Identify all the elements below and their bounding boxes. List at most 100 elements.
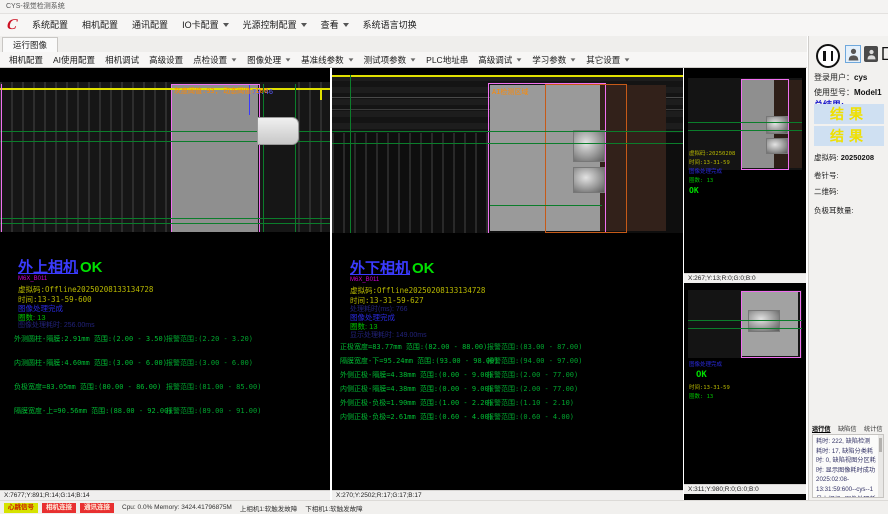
tool-advanced-debug[interactable]: 高级调试 xyxy=(473,54,527,66)
view-tab-strip: 运行图像 xyxy=(0,36,807,53)
measurement-row: 内测圆柱-隔膜:4.60mm 范围:(3.00 - 6.00) 报警范围:(3.… xyxy=(0,358,330,368)
measurement-text: 外测圆柱-隔膜:2.91mm 范围:(2.00 - 3.50) xyxy=(14,334,167,344)
cpu-memory-readout: Cpu: 0.0% Memory: 3424.41796875M xyxy=(122,504,232,511)
process-done-line: 图像处理完成 xyxy=(689,361,722,370)
measurement-text: 内侧正极-隔膜=4.38mm 范围:(0.00 - 9.00) xyxy=(340,384,493,394)
measurement-text: 内侧正极-负极=2.61mm 范围:(0.60 - 4.00) xyxy=(340,412,493,422)
loop-count-line: 圈数: 13 xyxy=(689,177,713,186)
menu-view[interactable]: 查看 xyxy=(314,14,356,36)
tool-camera-config[interactable]: 相机配置 xyxy=(4,54,48,66)
thumb-bottom-cursor-readout: X:311;Y:980;R:0;G:0;B:0 xyxy=(684,484,806,494)
thumb-top-viewport[interactable]: 虚拟码:20250208 时间:13-31-59 图像处理完成 圈数: 13 O… xyxy=(684,68,806,273)
thumb-bottom-viewport[interactable]: 图像处理完成 OK 时间:13-31-59 圈数: 13 xyxy=(684,283,806,484)
image-texture xyxy=(332,133,488,233)
log-scrollbar[interactable] xyxy=(878,435,883,497)
tool-ai-usage-config[interactable]: AI使用配置 xyxy=(48,54,100,66)
tool-plc-address[interactable]: PLC地址串 xyxy=(421,54,473,66)
measure-line xyxy=(263,84,264,232)
left-cursor-readout: X:7677;Y:891;R:14;G:14;B:14 xyxy=(0,490,330,500)
result-ok-badge: OK xyxy=(412,260,435,277)
tool-test-params[interactable]: 测试项参数 xyxy=(359,54,422,66)
elapsed-line: 显示处理耗时: 149.00ms xyxy=(350,330,427,340)
measure-line xyxy=(688,122,802,123)
tab-run-image[interactable]: 运行图像 xyxy=(2,37,58,53)
tool-spot-check[interactable]: 点检设置 xyxy=(188,54,242,66)
menu-system-config[interactable]: 系统配置 xyxy=(25,14,75,36)
exit-button[interactable] xyxy=(881,45,888,62)
menu-camera-config[interactable]: 相机配置 xyxy=(75,14,125,36)
alarm-range-text: 报警范围:(2.20 - 3.20) xyxy=(166,334,253,344)
measure-line xyxy=(688,328,802,329)
measurement-row: 负极宽度=83.05mm 范围:(80.00 - 86.00) 报警范围:(81… xyxy=(0,382,330,392)
tool-learning-params[interactable]: 学习参数 xyxy=(527,54,581,66)
ai-region-rect-overlay xyxy=(545,84,627,233)
chevron-down-icon xyxy=(517,58,522,61)
login-user-row: 登录用户：cys xyxy=(814,72,867,83)
tab-part-object xyxy=(257,117,299,145)
chevron-down-icon xyxy=(343,23,349,27)
roi-edge-overlay xyxy=(1,84,2,232)
middle-cursor-readout: X:270;Y:2502;R:17;G:17;B:17 xyxy=(332,490,683,500)
log-output[interactable]: 耗时: 222, 缺陷检测耗时: 17, 缺陷分类耗时: 0, 缺陷视图分区耗时… xyxy=(812,434,884,498)
logout-door-icon xyxy=(882,47,888,60)
tool-other-settings[interactable]: 其它设置 xyxy=(581,54,635,66)
tool-image-processing[interactable]: 图像处理 xyxy=(242,54,296,66)
lower-camera-fault-text: 下相机1:软触发故障 xyxy=(305,503,362,513)
menu-io-config[interactable]: IO卡配置 xyxy=(175,14,236,36)
upper-camera-fault-text: 上相机1:软触发故障 xyxy=(240,503,297,513)
measure-line xyxy=(350,75,351,233)
camera-title: 外上相机OK xyxy=(18,256,103,277)
login-user-value: cys xyxy=(854,73,867,82)
chevron-down-icon xyxy=(301,23,307,27)
toolbar: 相机配置 AI使用配置 相机调试 高级设置 点检设置 图像处理 基准线参数 测试… xyxy=(0,52,807,68)
alarm-range-text: 报警范围:(2.00 - 77.00) xyxy=(487,370,578,380)
measurement-text: 外侧正极-负极=1.90mm 范围:(1.00 - 2.20) xyxy=(340,398,493,408)
menu-light-control[interactable]: 光源控制配置 xyxy=(236,14,314,36)
measurement-row: 隔膜宽度-下=95.24mm 范围:(93.00 - 98.00) 报警范围:(… xyxy=(332,356,683,366)
user-permission-button[interactable] xyxy=(864,46,878,62)
measure-line xyxy=(490,205,602,206)
left-camera-image: 73.46 灰度阈值:93, 动态阈值:100 xyxy=(0,82,330,232)
window-titlebar: CYS-视觉检测系统 xyxy=(0,0,888,14)
user-login-button[interactable] xyxy=(845,45,861,63)
result-ok-badge: OK xyxy=(689,186,699,195)
pause-button[interactable] xyxy=(816,44,840,68)
station-code: M6X_B011 xyxy=(18,276,47,282)
ai-region-label: AI检测区域 xyxy=(492,87,528,97)
tool-baseline-params[interactable]: 基准线参数 xyxy=(296,54,359,66)
side-panel: 登录用户：cys 使用型号：Model1 总结果: 结果 结果 虚拟码: 202… xyxy=(808,36,888,500)
measurement-row: 内侧正极-隔膜=4.38mm 范围:(0.00 - 9.00) 报警范围:(2.… xyxy=(332,384,683,394)
chevron-down-icon xyxy=(348,58,353,61)
chevron-down-icon xyxy=(411,58,416,61)
heartbeat-status-badge: 心跳信号 xyxy=(4,503,38,513)
measurement-row: 内侧正极-负极=2.61mm 范围:(0.60 - 4.00) 报警范围:(0.… xyxy=(332,412,683,422)
qr-code-label: 二维码: xyxy=(814,186,839,197)
left-camera-viewport[interactable]: 73.46 灰度阈值:93, 动态阈值:100 外上相机OK M6X_B011 … xyxy=(0,68,330,490)
middle-camera-viewport[interactable]: AI检测区域 外下相机OK M6X_B011 虚拟码:Offline202502… xyxy=(332,68,683,490)
menu-language-switch[interactable]: 系统语言切换 xyxy=(356,14,424,36)
measure-line xyxy=(0,223,330,224)
alarm-range-text: 报警范围:(3.00 - 6.00) xyxy=(166,358,253,368)
chevron-down-icon xyxy=(232,58,237,61)
roi-rect-overlay xyxy=(741,291,801,358)
elapsed-line: 图像处理耗时: 256.00ms xyxy=(18,320,95,330)
result-ok-badge: OK xyxy=(80,259,103,276)
tool-camera-debug[interactable]: 相机调试 xyxy=(100,54,144,66)
menu-bar: C 系统配置 相机配置 通讯配置 IO卡配置 光源控制配置 查看 系统语言切换 xyxy=(0,14,888,36)
virtual-code-row: 虚拟码: 20250208 xyxy=(814,152,874,163)
threshold-overlay-text: 灰度阈值:93, 动态阈值:100 xyxy=(174,86,268,96)
negative-tab-count-label: 负极耳数量: xyxy=(814,205,854,216)
baseline-overlay xyxy=(320,88,322,100)
result-box-1: 结果 xyxy=(814,104,884,124)
measurement-row: 外侧正极-负极=1.90mm 范围:(1.00 - 2.20) 报警范围:(1.… xyxy=(332,398,683,408)
tool-advanced-settings[interactable]: 高级设置 xyxy=(144,54,188,66)
camera-connect-badge: 相机连接 xyxy=(42,503,76,513)
measure-line xyxy=(688,130,802,131)
baseline-overlay xyxy=(0,88,330,90)
thumb-bottom-image xyxy=(688,290,802,358)
measurement-text: 外侧正极-隔膜=4.38mm 范围:(0.00 - 9.00) xyxy=(340,370,493,380)
model-value: Model1 xyxy=(854,88,882,97)
middle-camera-image: AI检测区域 xyxy=(332,75,683,233)
app-status-bar: 心跳信号 相机连接 通讯连接 Cpu: 0.0% Memory: 3424.41… xyxy=(0,500,888,514)
menu-comm-config[interactable]: 通讯配置 xyxy=(125,14,175,36)
